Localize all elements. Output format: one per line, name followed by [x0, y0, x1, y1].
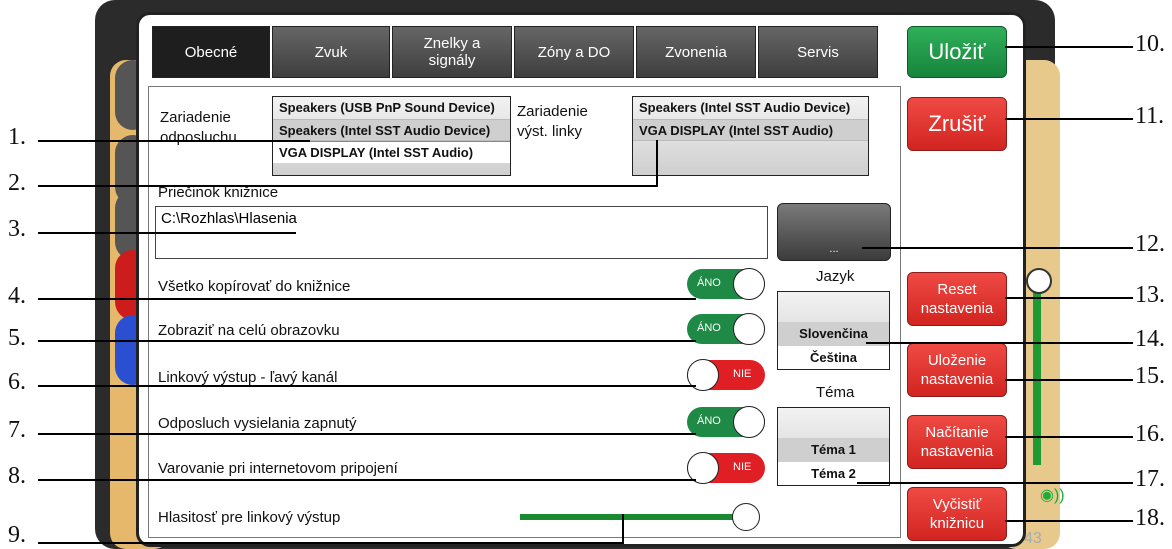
- theme-list[interactable]: Téma 1 Téma 2: [777, 407, 890, 486]
- background-number: 43: [1024, 530, 1042, 547]
- callout-number: 8.: [8, 463, 26, 489]
- line-device-label: Zariadenie výst. linky: [517, 103, 588, 140]
- callout-number: 13.: [1135, 282, 1165, 308]
- monitor-device-list[interactable]: Speakers (USB PnP Sound Device) Speakers…: [272, 96, 511, 176]
- callout-number: 1.: [8, 124, 26, 150]
- save-settings-button[interactable]: Uloženie nastavenia: [907, 343, 1007, 397]
- callout-number: 12.: [1135, 231, 1165, 257]
- fullscreen-label: Zobraziť na celú obrazovku: [158, 322, 340, 339]
- callout-line: [38, 542, 624, 544]
- callout-line: [38, 298, 696, 300]
- callout-line: [862, 247, 1133, 249]
- copy-all-toggle[interactable]: ÁNO: [687, 268, 765, 300]
- tab-jingles[interactable]: Znelky a signály: [392, 26, 512, 78]
- volume-slider-knob[interactable]: [732, 503, 760, 531]
- callout-line: [38, 340, 696, 342]
- list-item[interactable]: Téma 1: [778, 438, 889, 462]
- browse-button[interactable]: ...: [777, 203, 891, 261]
- callout-number: 18.: [1135, 505, 1165, 531]
- callout-number: 7.: [8, 417, 26, 443]
- monitoring-toggle[interactable]: ÁNO: [687, 406, 765, 438]
- volume-label: Hlasitosť pre linkový výstup: [158, 509, 341, 526]
- list-item[interactable]: [778, 408, 889, 438]
- line-left-label: Linkový výstup - ľavý kanál: [158, 369, 338, 386]
- volume-slider-track[interactable]: [520, 514, 740, 520]
- tab-service[interactable]: Servis: [758, 26, 878, 78]
- callout-line: [1005, 118, 1133, 120]
- callout-number: 14.: [1135, 326, 1165, 352]
- monitoring-label: Odposluch vysielania zapnutý: [158, 415, 357, 432]
- callout-line: [38, 185, 658, 187]
- language-list[interactable]: Slovenčina Čeština: [777, 291, 890, 370]
- callout-line: [38, 479, 696, 481]
- callout-number: 6.: [8, 369, 26, 395]
- list-item[interactable]: Speakers (USB PnP Sound Device): [273, 97, 510, 119]
- callout-number: 16.: [1135, 421, 1165, 447]
- tab-sound[interactable]: Zvuk: [272, 26, 390, 78]
- list-item[interactable]: VGA DISPLAY (Intel SST Audio): [633, 119, 868, 141]
- list-item[interactable]: Čeština: [778, 346, 889, 369]
- callout-number: 9.: [8, 522, 26, 548]
- callout-number: 17.: [1135, 466, 1165, 492]
- clear-library-button[interactable]: Vyčistiť knižnicu: [907, 487, 1007, 541]
- background-volume-track: [1033, 285, 1041, 465]
- callout-number: 11.: [1135, 103, 1165, 129]
- save-button[interactable]: Uložiť: [907, 26, 1007, 78]
- fullscreen-toggle[interactable]: ÁNO: [687, 313, 765, 345]
- internet-warning-label: Varovanie pri internetovom pripojení: [158, 460, 398, 477]
- list-item[interactable]: [633, 141, 868, 163]
- callout-line: [38, 232, 296, 234]
- callout-line: [1005, 436, 1133, 438]
- line-device-list[interactable]: Speakers (Intel SST Audio Device) VGA DI…: [632, 96, 869, 176]
- callout-line: [1005, 297, 1133, 299]
- callout-number: 15.: [1135, 363, 1165, 389]
- monitor-device-label: Zariadenie odposluchu: [160, 109, 237, 146]
- tab-general[interactable]: Obecné: [152, 26, 270, 78]
- callout-line: [1005, 520, 1133, 522]
- tab-bells[interactable]: Zvonenia: [636, 26, 756, 78]
- load-settings-button[interactable]: Načítanie nastavenia: [907, 415, 1007, 469]
- callout-line: [622, 514, 624, 544]
- toggle-state: ÁNO: [697, 277, 721, 289]
- toggle-knob: [733, 406, 765, 438]
- background-volume-knob: [1026, 268, 1052, 294]
- cancel-button[interactable]: Zrušiť: [907, 97, 1007, 151]
- language-label: Jazyk: [816, 268, 855, 285]
- callout-line: [857, 482, 1133, 484]
- toggle-state: NIE: [733, 461, 752, 473]
- copy-all-label: Všetko kopírovať do knižnice: [158, 278, 351, 295]
- list-item[interactable]: Speakers (Intel SST Audio Device): [633, 97, 868, 119]
- list-item[interactable]: [778, 292, 889, 322]
- callout-line: [38, 385, 696, 387]
- toggle-state: ÁNO: [697, 415, 721, 427]
- toggle-knob: [733, 268, 765, 300]
- callout-line: [1005, 46, 1133, 48]
- callout-number: 2.: [8, 170, 26, 196]
- toggle-knob: [733, 313, 765, 345]
- toggle-state: ÁNO: [697, 322, 721, 334]
- callout-number: 5.: [8, 325, 26, 351]
- callout-line: [1005, 379, 1133, 381]
- callout-line: [38, 433, 696, 435]
- theme-label: Téma: [816, 384, 855, 401]
- callout-line: [656, 140, 658, 186]
- speaker-wave-icon: ◉)): [1040, 487, 1065, 504]
- internet-warning-toggle[interactable]: NIE: [687, 452, 765, 484]
- callout-line: [866, 342, 1133, 344]
- callout-line: [38, 140, 310, 142]
- callout-number: 10.: [1135, 31, 1165, 57]
- reset-settings-button[interactable]: Reset nastavenia: [907, 272, 1007, 326]
- list-item[interactable]: Speakers (Intel SST Audio Device): [273, 119, 510, 141]
- list-item[interactable]: VGA DISPLAY (Intel SST Audio): [273, 141, 510, 163]
- line-left-toggle[interactable]: NIE: [687, 359, 765, 391]
- tab-zones[interactable]: Zóny a DO: [514, 26, 634, 78]
- toggle-state: NIE: [733, 368, 752, 380]
- callout-number: 3.: [8, 216, 26, 242]
- callout-number: 4.: [8, 283, 26, 309]
